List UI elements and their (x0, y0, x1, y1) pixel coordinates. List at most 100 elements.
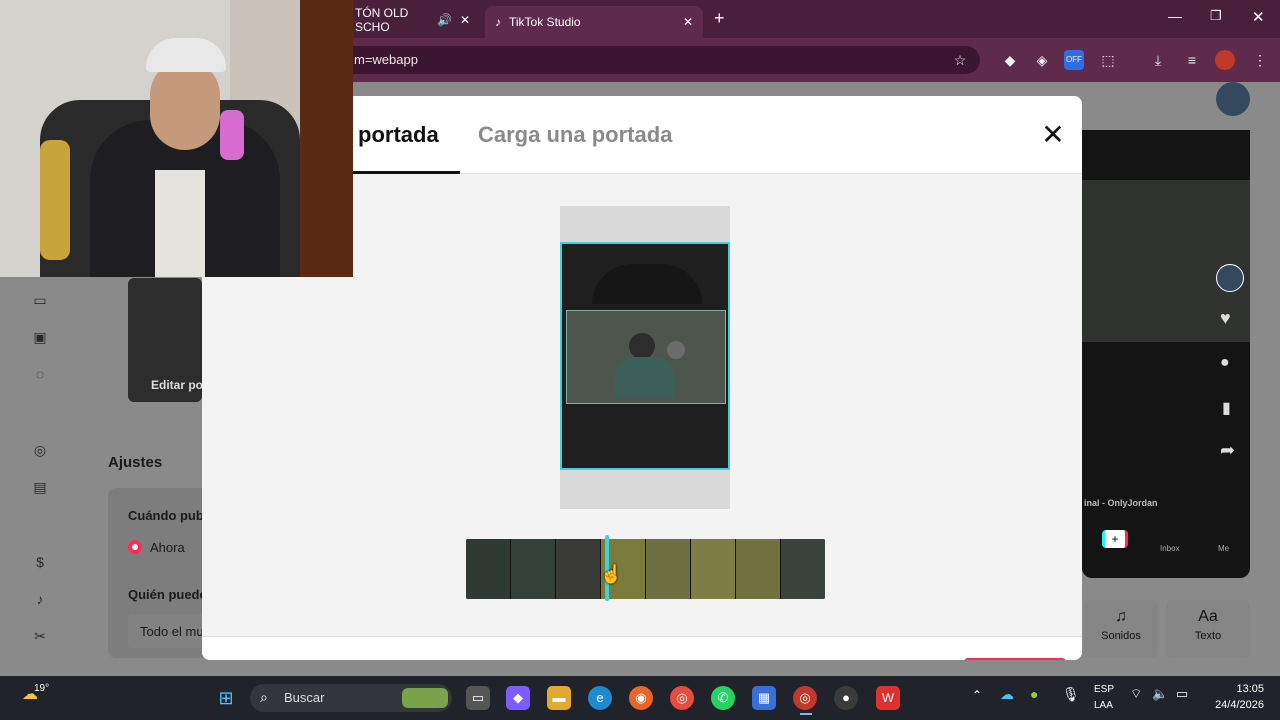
clock-time[interactable]: 13:05 (1232, 683, 1264, 695)
extension-icon[interactable]: ◈ (1032, 50, 1052, 70)
address-bar[interactable]: m=webapp (340, 46, 980, 74)
person-figure (629, 333, 655, 359)
person-face (150, 60, 220, 150)
create-icon: + (1102, 530, 1128, 548)
wifi-icon[interactable]: ⌔ (1130, 686, 1142, 702)
scissors-icon[interactable]: ✂ (30, 626, 50, 646)
folder-icon[interactable]: ▭ (30, 290, 50, 310)
store-icon[interactable]: ▦ (752, 686, 776, 710)
active-tab-indicator (352, 171, 460, 174)
onedrive-icon[interactable]: ☁ (1000, 686, 1014, 703)
extension-icon[interactable]: ◆ (1000, 50, 1020, 70)
restore-icon[interactable]: ❐ (1210, 8, 1222, 24)
frame-filmstrip[interactable] (466, 539, 825, 599)
weather-temp: 19° (34, 683, 50, 694)
filmstrip-frame (646, 539, 691, 599)
wps-icon[interactable]: W (876, 686, 900, 710)
modal-footer (202, 636, 1082, 660)
search-placeholder: Buscar (284, 690, 325, 705)
filmstrip-frame (691, 539, 736, 599)
tab-close-icon[interactable]: ✕ (683, 15, 693, 29)
webcam-overlay (0, 0, 353, 277)
browser-tab-old[interactable]: TÓN OLD SCHO 🔊 ✕ (345, 6, 480, 34)
media-control-icon[interactable]: ≡ (1182, 50, 1202, 70)
task-view-icon[interactable]: ▭ (466, 686, 490, 710)
avatar[interactable] (1216, 82, 1250, 116)
windows-start-icon[interactable]: ⊞ (214, 686, 238, 710)
comment-icon[interactable]: ◌ (30, 364, 50, 384)
cover-crop-frame[interactable] (560, 242, 730, 470)
obs-icon[interactable]: ● (834, 686, 858, 710)
url-text: m=webapp (354, 52, 418, 67)
tray-app-icon[interactable]: ● (1030, 686, 1038, 702)
bookmark-icon: ▮ (1222, 400, 1231, 417)
firefox-icon[interactable]: ◉ (629, 686, 653, 710)
whatsapp-icon[interactable]: ✆ (711, 686, 735, 710)
now-option-label: Ahora (150, 540, 185, 555)
bookmark-star-icon[interactable]: ☆ (950, 50, 970, 70)
confirm-button[interactable] (964, 658, 1066, 660)
edit-cover-label[interactable]: Editar po (151, 378, 203, 392)
hand-cursor-icon: ☝ (600, 564, 623, 584)
battery-icon[interactable]: ▭ (1176, 686, 1188, 702)
when-label: Cuándo pub (128, 508, 204, 523)
language-label[interactable]: ESP (1094, 684, 1114, 695)
phone-preview: ♥ ● ▮ ➦ inal - OnlyJordan + Inbox Me (1082, 130, 1250, 578)
visibility-value: Todo el mu (140, 624, 204, 639)
music-icon[interactable]: ♪ (30, 589, 50, 609)
microphone-icon[interactable]: 🎙 (1062, 686, 1080, 703)
clock-date: 24/4/2026 (1215, 699, 1264, 711)
comment-icon: ● (1220, 354, 1230, 371)
filmstrip-frame (556, 539, 601, 599)
filmstrip-frame (736, 539, 781, 599)
door (300, 0, 353, 277)
tab-close-icon[interactable]: ✕ (460, 13, 470, 27)
cover-image (566, 310, 726, 404)
menu-icon[interactable]: ⋮ (1250, 50, 1270, 70)
extension-off-icon[interactable]: OFF (1064, 50, 1084, 70)
minimize-icon[interactable]: — (1168, 8, 1182, 24)
taskbar-search[interactable]: ⌕ Buscar (250, 684, 452, 712)
microphone (220, 110, 244, 160)
song-label: inal - OnlyJordan (1084, 498, 1158, 508)
tab-upload-cover[interactable]: Carga una portada (478, 122, 672, 148)
text-label: Texto (1194, 630, 1222, 642)
tab-label: TikTok Studio (509, 15, 581, 29)
new-tab-icon[interactable]: + (714, 8, 725, 29)
sounds-button[interactable]: ♫ Sonidos (1084, 600, 1158, 658)
tray-chevron-icon[interactable]: ⌃ (972, 688, 982, 702)
tab-select-cover[interactable]: portada (358, 122, 439, 148)
creator-avatar (1216, 264, 1244, 292)
filmstrip-frame (466, 539, 511, 599)
download-icon[interactable]: ⤓ (1148, 50, 1168, 70)
now-radio[interactable] (128, 540, 142, 554)
chair-trim (40, 140, 70, 260)
chrome-profile-icon[interactable]: ◎ (793, 686, 817, 710)
puzzle-icon[interactable]: ⬚ (1098, 50, 1118, 70)
person-body (615, 357, 675, 397)
text-button[interactable]: Aa Texto (1166, 600, 1250, 658)
close-icon[interactable]: ✕ (1040, 121, 1066, 149)
inbox-label: Inbox (1160, 544, 1180, 553)
file-explorer-icon[interactable]: ▬ (547, 686, 571, 710)
cover-image-top (592, 264, 702, 304)
bulb-icon[interactable]: ◎ (30, 440, 50, 460)
text-icon: Aa (1198, 608, 1218, 625)
book-icon[interactable]: ▤ (30, 477, 50, 497)
window-close-icon[interactable]: ✕ (1252, 8, 1265, 26)
money-icon[interactable]: $ (30, 552, 50, 572)
browser-tab-tiktok-studio[interactable]: ♪ TikTok Studio ✕ (485, 6, 703, 38)
wall-decoration (667, 341, 685, 359)
edge-icon[interactable]: e (588, 686, 612, 710)
image-icon[interactable]: ▣ (30, 327, 50, 347)
filmstrip-frame (781, 539, 825, 599)
volume-icon[interactable]: 🔈 (1152, 686, 1168, 702)
sounds-label: Sonidos (1101, 630, 1141, 642)
chrome-icon[interactable]: ◎ (670, 686, 694, 710)
person-cap (146, 38, 226, 72)
search-highlight-icon (402, 688, 448, 708)
share-icon: ➦ (1220, 440, 1236, 460)
copilot-icon[interactable]: ◆ (506, 686, 530, 710)
me-label: Me (1218, 544, 1230, 553)
profile-icon[interactable] (1215, 50, 1235, 70)
